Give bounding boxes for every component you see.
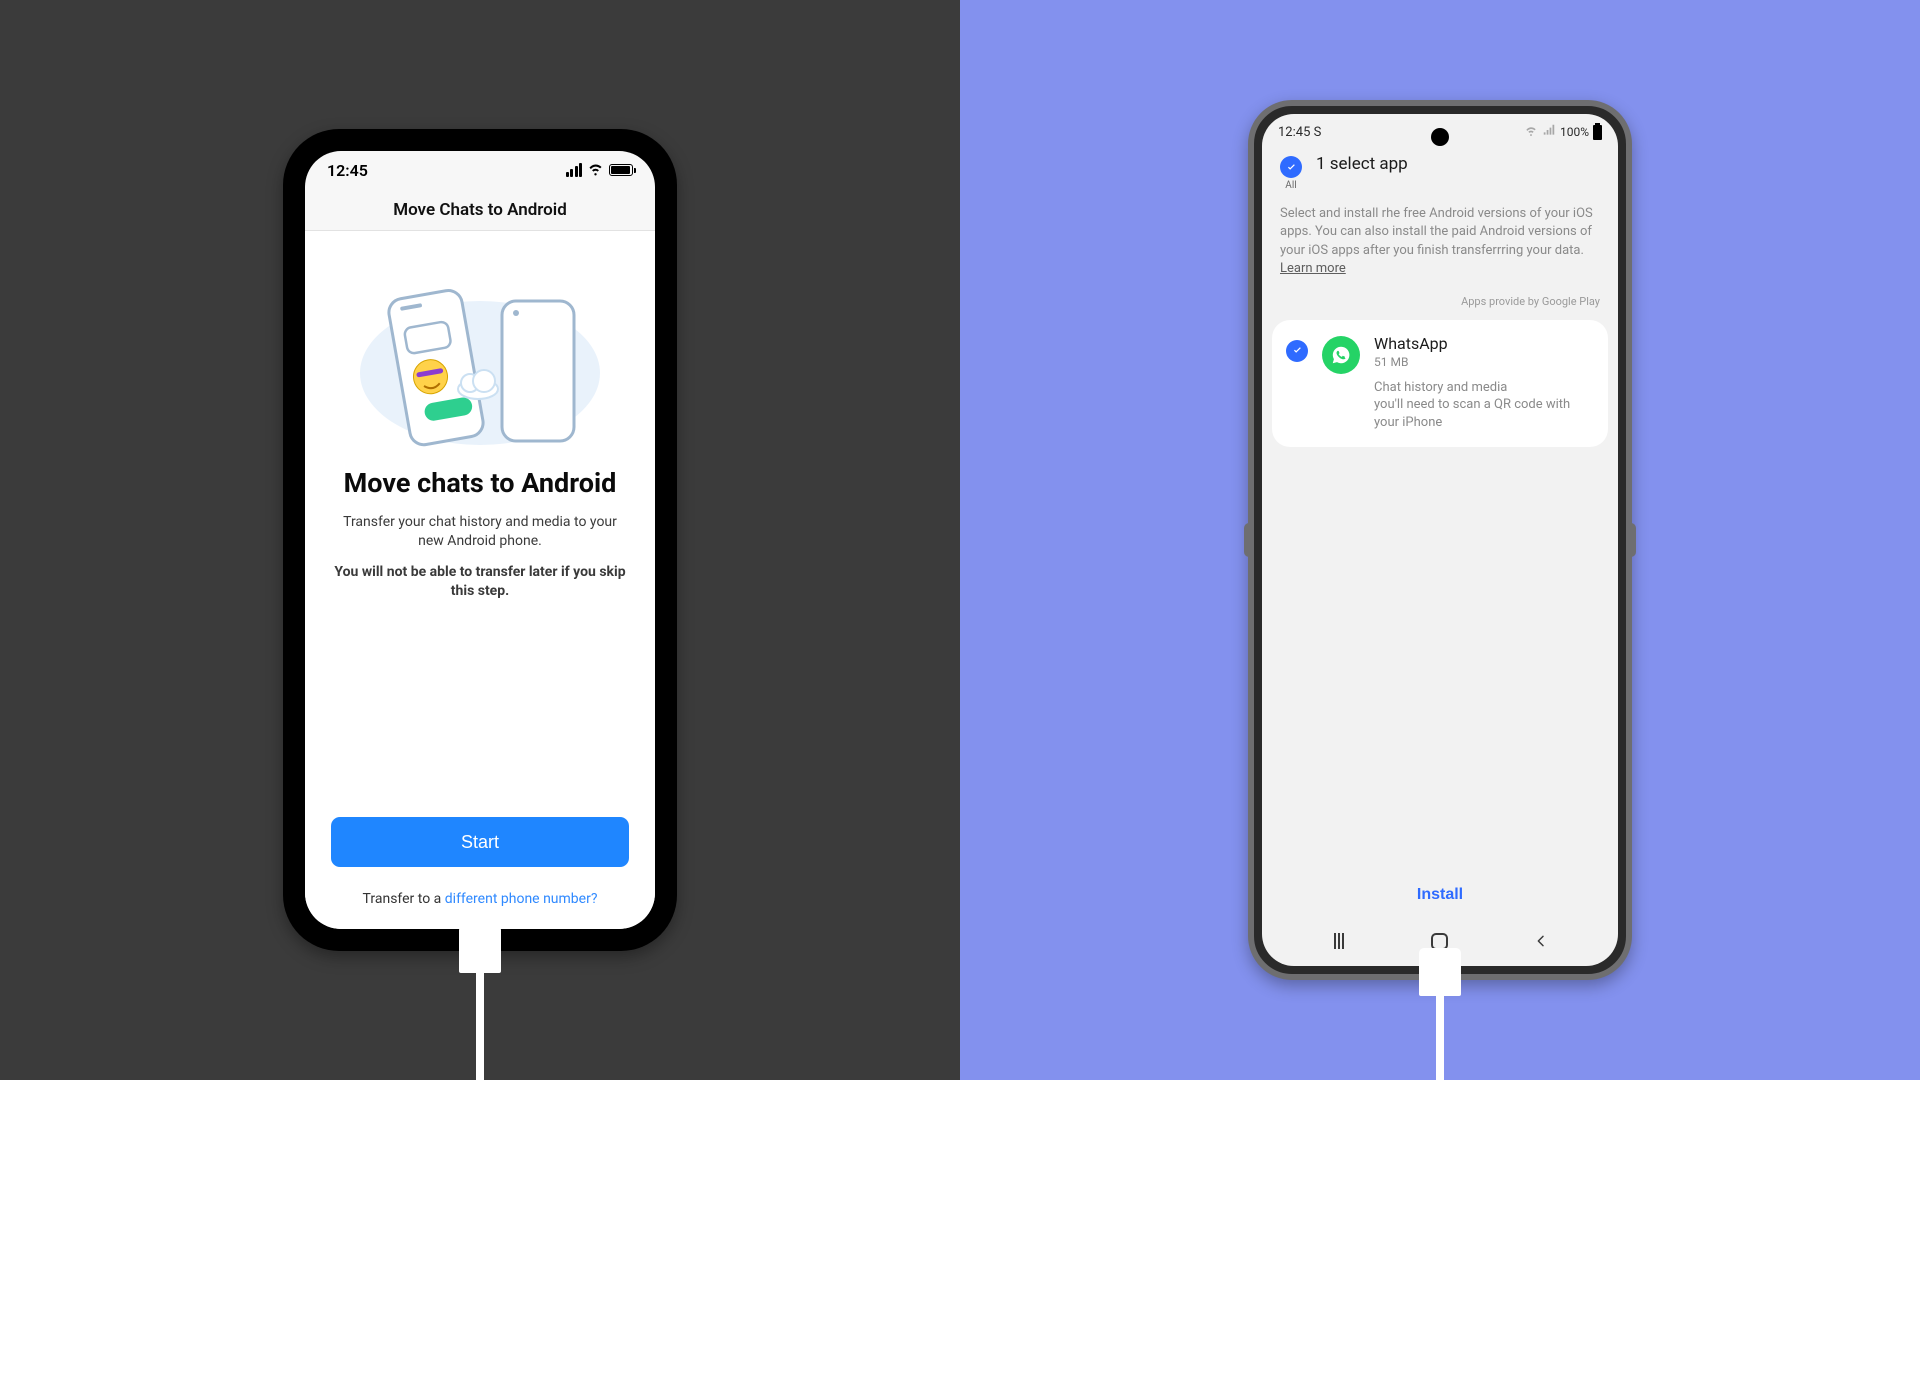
app-checkbox[interactable] [1286, 340, 1308, 362]
ios-warning: You will not be able to transfer later i… [321, 563, 639, 601]
app-size-label: 51 MB [1374, 355, 1594, 369]
footer-prefix: Transfer to a [363, 891, 445, 907]
ios-status-bar: 12:45 [305, 151, 655, 189]
punch-hole-camera [1431, 128, 1449, 146]
apps-provider-label: Apps provide by Google Play [1262, 279, 1618, 316]
ios-footer: Transfer to a different phone number? [321, 891, 639, 907]
ios-body: Move chats to Android Transfer your chat… [305, 231, 655, 929]
transfer-illustration [321, 249, 639, 453]
cellular-signal-icon [566, 163, 583, 177]
battery-icon [1593, 125, 1602, 140]
ios-description: Transfer your chat history and media to … [321, 513, 639, 551]
select-all-checkbox[interactable] [1280, 156, 1302, 178]
learn-more-link[interactable]: Learn more [1280, 261, 1346, 276]
android-status-time: 12:45 S [1278, 125, 1321, 140]
android-cable [1419, 974, 1461, 1396]
back-button[interactable] [1530, 930, 1552, 952]
iphone-backdrop: 12:45 Move Chats to Androi [0, 0, 960, 1080]
iphone-cable [459, 951, 501, 1373]
page-description: Select and install rhe free Android vers… [1262, 191, 1618, 279]
app-name-label: WhatsApp [1374, 334, 1594, 353]
ios-status-time: 12:45 [327, 161, 368, 180]
wifi-icon [1524, 123, 1538, 141]
start-button[interactable]: Start [331, 817, 629, 867]
iphone-device: 12:45 Move Chats to Androi [283, 129, 677, 951]
cellular-signal-icon [1542, 123, 1556, 141]
battery-percent-label: 100% [1560, 125, 1589, 139]
ios-heading: Move chats to Android [321, 467, 639, 499]
app-subtitle-2: you'll need to scan a QR code with your … [1374, 397, 1570, 430]
app-row-whatsapp[interactable]: WhatsApp 51 MB Chat history and media yo… [1272, 320, 1608, 448]
android-screen: 12:45 S 100% [1262, 114, 1618, 966]
recents-button[interactable] [1328, 930, 1350, 952]
select-all-label: All [1285, 180, 1296, 191]
wifi-icon [587, 160, 604, 180]
android-backdrop: 12:45 S 100% [960, 0, 1920, 1080]
android-device: 12:45 S 100% [1248, 100, 1632, 980]
iphone-screen: 12:45 Move Chats to Androi [305, 151, 655, 929]
different-number-link[interactable]: different phone number? [445, 891, 598, 907]
whatsapp-icon [1322, 336, 1360, 374]
install-button[interactable]: Install [1262, 868, 1618, 922]
page-title: 1 select app [1316, 154, 1408, 174]
battery-icon [609, 164, 633, 176]
ios-nav-title: Move Chats to Android [305, 189, 655, 231]
app-subtitle-1: Chat history and media [1374, 380, 1507, 395]
